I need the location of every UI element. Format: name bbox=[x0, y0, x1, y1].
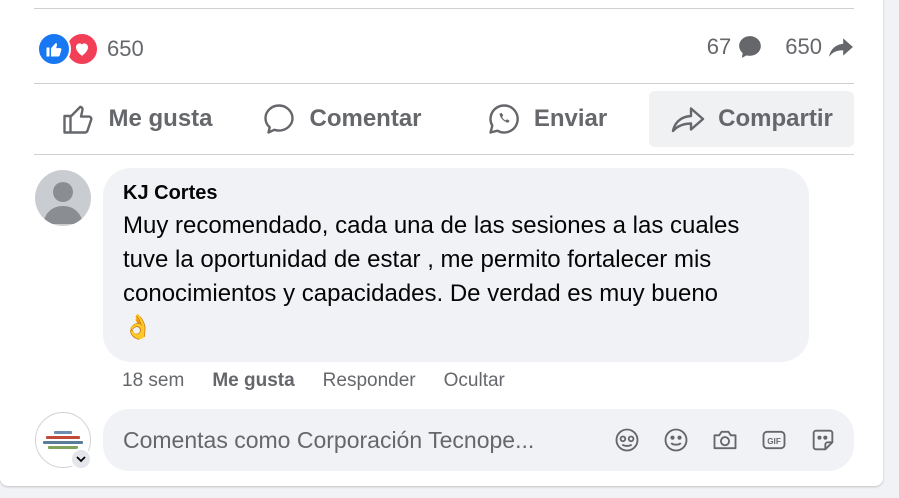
thumbs-up-icon bbox=[63, 105, 93, 134]
commenter-avatar[interactable] bbox=[35, 170, 91, 226]
svg-text:GIF: GIF bbox=[767, 437, 781, 446]
avatar-sticker-icon[interactable] bbox=[610, 423, 644, 457]
camera-icon[interactable] bbox=[708, 423, 742, 457]
like-button-label: Me gusta bbox=[108, 105, 213, 132]
comment-author[interactable]: KJ Cortes bbox=[123, 182, 789, 205]
comment-hide-link[interactable]: Ocultar bbox=[444, 370, 505, 392]
whatsapp-icon bbox=[489, 104, 519, 134]
share-arrow-icon bbox=[829, 38, 853, 57]
divider bbox=[34, 8, 854, 9]
comment-icon bbox=[264, 104, 295, 134]
post-stats: 67 650 bbox=[685, 34, 854, 60]
comment-input[interactable] bbox=[123, 426, 593, 454]
comment-text: Muy recomendado, cada una de las sesione… bbox=[123, 212, 740, 307]
action-bar: Me gusta Comentar Enviar Compartir bbox=[34, 91, 854, 147]
page-logo bbox=[40, 430, 86, 450]
comment-count-value[interactable]: 67 bbox=[707, 34, 731, 60]
comment-timestamp[interactable]: 18 sem bbox=[122, 370, 184, 392]
comment-count[interactable]: 67 bbox=[707, 34, 763, 60]
send-button[interactable]: Enviar bbox=[444, 91, 649, 147]
ok-hand-emoji: 👌 bbox=[123, 314, 153, 341]
sticker-icon[interactable] bbox=[806, 423, 840, 457]
comment-meta: 18 sem Me gusta Responder Ocultar bbox=[122, 370, 533, 392]
divider bbox=[34, 83, 854, 84]
like-button[interactable]: Me gusta bbox=[34, 91, 239, 147]
comment-button[interactable]: Comentar bbox=[239, 91, 444, 147]
gif-icon[interactable]: GIF bbox=[757, 423, 791, 457]
like-icon bbox=[37, 32, 71, 66]
share-button[interactable]: Compartir bbox=[649, 91, 854, 147]
comment-button-label: Comentar bbox=[309, 105, 422, 132]
comment-bubble-icon bbox=[739, 36, 762, 58]
comment-like-link[interactable]: Me gusta bbox=[212, 370, 294, 392]
comment-composer: GIF bbox=[103, 409, 854, 471]
account-switch-button[interactable] bbox=[70, 448, 92, 470]
share-button-label: Compartir bbox=[718, 105, 833, 132]
send-button-label: Enviar bbox=[533, 105, 608, 132]
post-card: 650 67 650 Me gusta Comentar Enviar Comp… bbox=[0, 0, 883, 486]
emoji-icon[interactable] bbox=[659, 423, 693, 457]
reactions-summary[interactable]: 650 bbox=[37, 32, 144, 66]
share-icon bbox=[671, 107, 705, 133]
divider bbox=[34, 154, 854, 155]
share-count-value[interactable]: 650 bbox=[785, 34, 822, 60]
share-count[interactable]: 650 bbox=[785, 34, 854, 60]
reaction-count[interactable]: 650 bbox=[107, 36, 144, 62]
comment-bubble: KJ Cortes Muy recomendado, cada una de l… bbox=[103, 168, 809, 362]
comment-reply-link[interactable]: Responder bbox=[323, 370, 416, 392]
composer-tools: GIF bbox=[595, 423, 840, 457]
default-user-icon bbox=[43, 182, 83, 224]
chevron-down-icon bbox=[76, 456, 86, 463]
